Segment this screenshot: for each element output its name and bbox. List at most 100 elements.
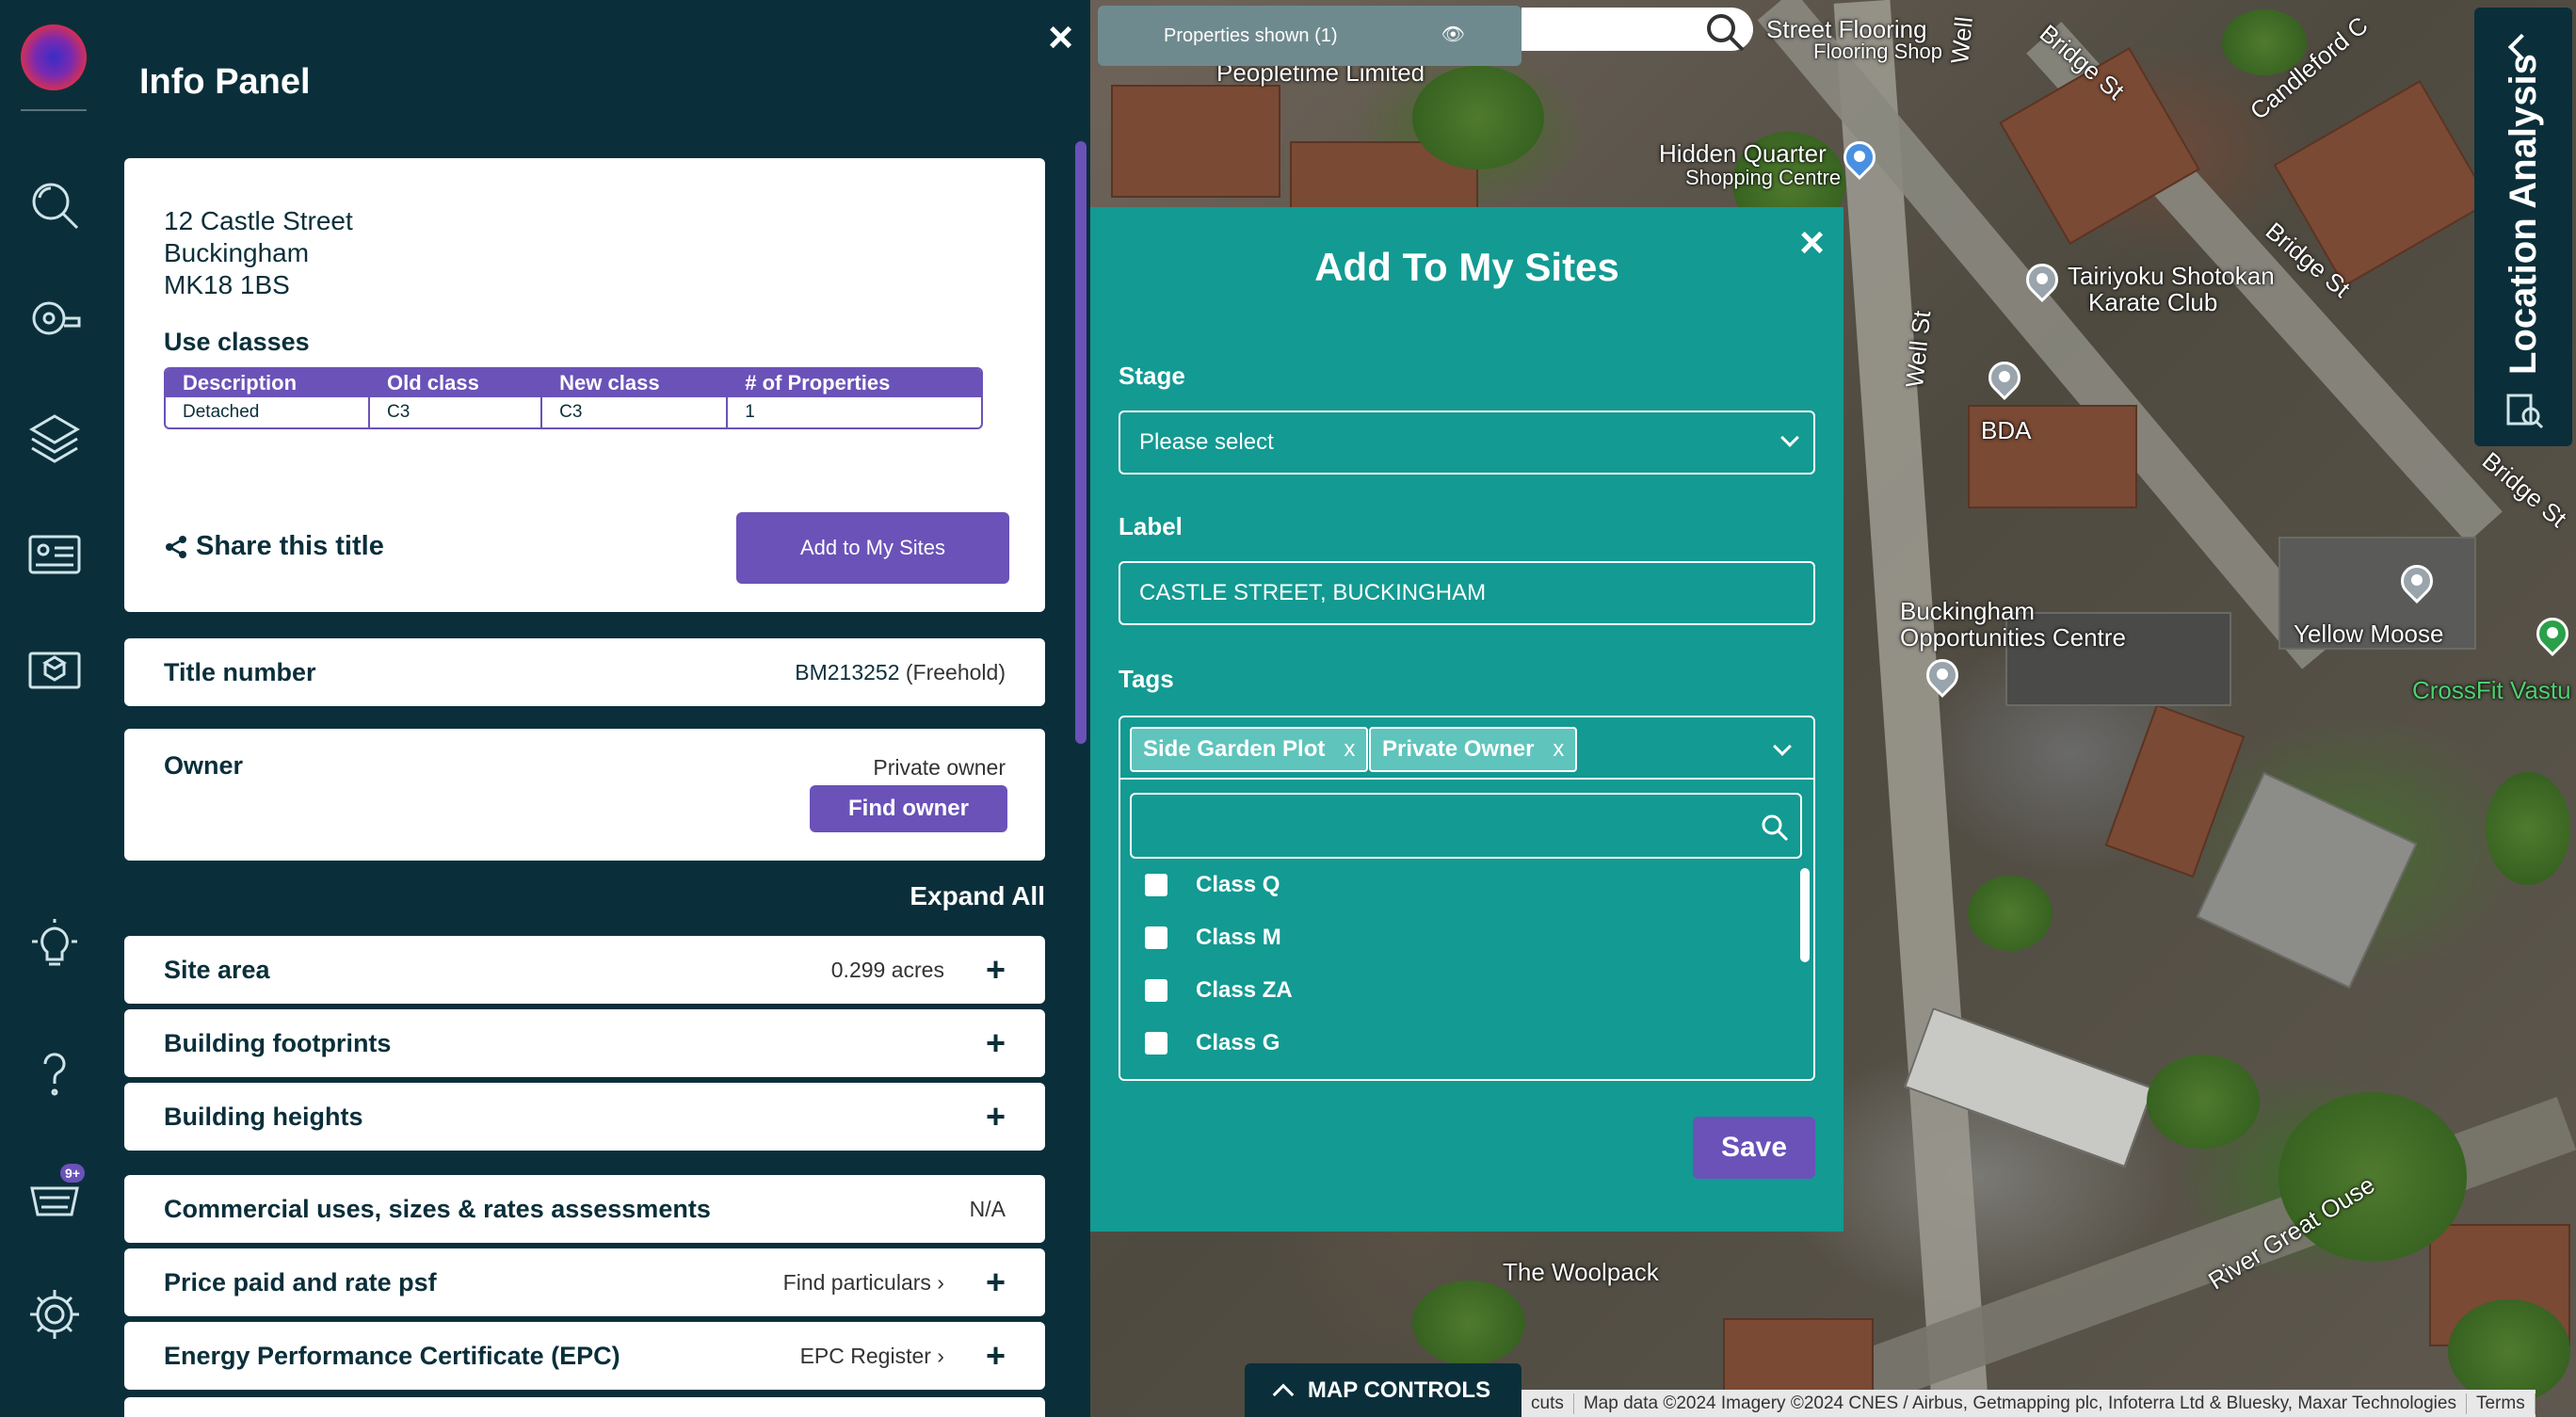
price-paid-row[interactable]: Price paid and rate psf Find particulars…	[124, 1248, 1045, 1316]
building-footprints-row[interactable]: Building footprints +	[124, 1009, 1045, 1077]
options-scrollbar[interactable]	[1800, 868, 1810, 962]
map-label: CrossFit Vastu	[2412, 676, 2571, 704]
option-label: Class Q	[1196, 872, 1280, 897]
tag-remove-icon[interactable]: x	[1553, 736, 1564, 763]
label-label: Label	[1119, 512, 1183, 540]
map-label: Well	[1945, 15, 1979, 66]
link-label: EPC Register	[799, 1343, 931, 1368]
site-area-row[interactable]: Site area 0.299 acres +	[124, 936, 1045, 1004]
expand-plus-icon[interactable]: +	[986, 1339, 1006, 1373]
row-label: Commercial uses, sizes & rates assessmen…	[164, 1194, 711, 1223]
help-icon[interactable]	[24, 1043, 85, 1103]
tag-option[interactable]: Class ZA	[1145, 977, 1293, 1004]
expand-plus-icon[interactable]: +	[986, 1100, 1006, 1134]
save-button[interactable]: Save	[1693, 1117, 1815, 1179]
map-label: Yellow Moose	[2294, 620, 2444, 648]
map-pin-icon[interactable]	[2529, 610, 2576, 657]
tag-option[interactable]: Class Q	[1145, 872, 1280, 898]
link-label: Find particulars	[782, 1269, 931, 1295]
share-label: Share this title	[196, 531, 384, 561]
panel-scrollbar[interactable]	[1075, 141, 1087, 744]
title-tenure: (Freehold)	[905, 659, 1006, 684]
layers-icon[interactable]	[24, 407, 85, 467]
label-input[interactable]: CASTLE STREET, BUCKINGHAM	[1119, 561, 1815, 625]
tag-option[interactable]: Class G	[1145, 1030, 1280, 1056]
map-pin-icon[interactable]	[2019, 256, 2066, 303]
map-pin-icon[interactable]	[1981, 354, 2028, 401]
shortcuts-link[interactable]: cuts	[1521, 1393, 1574, 1414]
map-pin-icon[interactable]	[1836, 134, 1883, 181]
commercial-uses-row[interactable]: Commercial uses, sizes & rates assessmen…	[124, 1175, 1045, 1243]
app-logo[interactable]	[21, 24, 87, 90]
map-pin-icon[interactable]	[1919, 652, 1966, 699]
id-card-icon[interactable]	[24, 523, 85, 584]
share-title-link[interactable]: Share this title	[164, 531, 384, 562]
lightbulb-icon[interactable]	[24, 915, 85, 975]
owner-label: Owner	[164, 751, 244, 780]
search-icon[interactable]	[24, 175, 85, 235]
title-number-value: BM213252 (Freehold)	[795, 660, 1006, 685]
close-icon[interactable]: ×	[1048, 15, 1073, 58]
expand-plus-icon[interactable]: +	[986, 1026, 1006, 1060]
map-label: Tairiyoku Shotokan	[2068, 262, 2275, 290]
row-label: Building heights	[164, 1102, 363, 1131]
map-search-bar[interactable]	[1521, 8, 1753, 53]
title-number-label: Title number	[164, 657, 316, 686]
map-label: BDA	[1981, 416, 2032, 444]
table-header: Description	[183, 371, 298, 395]
checkbox[interactable]	[1145, 874, 1167, 896]
map-label: Karate Club	[2088, 288, 2218, 316]
expand-all-button[interactable]: Expand All	[910, 881, 1045, 911]
chevron-down-icon[interactable]	[1773, 737, 1792, 756]
chevron-up-icon	[1272, 1383, 1295, 1405]
building-heights-row[interactable]: Building heights +	[124, 1083, 1045, 1151]
table-header: # of Properties	[745, 371, 891, 395]
find-particulars-link[interactable]: Find particulars ›	[783, 1270, 944, 1296]
tag-search-input[interactable]	[1130, 793, 1802, 859]
analysis-icon[interactable]	[2503, 388, 2546, 431]
location-analysis-label: Location Analysis	[2503, 54, 2544, 375]
selected-tags[interactable]: Side Garden Plot x Private Owner x	[1120, 717, 1813, 780]
settings-icon[interactable]	[24, 1284, 85, 1345]
map-book-icon[interactable]	[24, 638, 85, 699]
epc-register-link[interactable]: EPC Register ›	[800, 1344, 944, 1369]
table-cell: 1	[745, 402, 755, 422]
find-owner-button[interactable]: Find owner	[810, 785, 1007, 832]
option-label: Class G	[1196, 1030, 1280, 1055]
chevron-right-icon: ›	[937, 1343, 944, 1368]
map-attribution: cuts Map data ©2024 Imagery ©2024 CNES /…	[1521, 1390, 2536, 1417]
map-controls-button[interactable]: MAP CONTROLS	[1245, 1363, 1521, 1417]
expand-plus-icon[interactable]: +	[986, 1265, 1006, 1299]
use-classes-table: Description Old class New class # of Pro…	[164, 367, 983, 429]
map-pin-icon[interactable]	[2393, 557, 2440, 604]
stage-select[interactable]: Please select	[1119, 411, 1815, 475]
checkbox[interactable]	[1145, 926, 1167, 949]
option-label: Class M	[1196, 925, 1281, 950]
expand-plus-icon[interactable]: +	[986, 953, 1006, 987]
map-label: Flooring Shop	[1813, 40, 1942, 63]
tags-multiselect[interactable]: Side Garden Plot x Private Owner x Class…	[1119, 716, 1815, 1081]
properties-shown-bar[interactable]: Properties shown (1) 👁	[1098, 6, 1521, 66]
checkbox[interactable]	[1145, 1032, 1167, 1055]
add-to-my-sites-button[interactable]: Add to My Sites	[736, 512, 1009, 584]
tag-option[interactable]: Class M	[1145, 925, 1281, 951]
tape-measure-icon[interactable]	[24, 288, 85, 348]
tag-chip: Private Owner x	[1369, 727, 1578, 772]
address-block: 12 Castle Street Buckingham MK18 1BS	[164, 205, 353, 301]
epc-row[interactable]: Energy Performance Certificate (EPC) EPC…	[124, 1322, 1045, 1390]
map-label: Buckingham	[1900, 597, 2036, 625]
tag-remove-icon[interactable]: x	[1344, 736, 1355, 763]
checkbox[interactable]	[1145, 979, 1167, 1002]
terms-link[interactable]: Terms	[2467, 1393, 2536, 1414]
option-label: Class ZA	[1196, 977, 1293, 1003]
add-to-my-sites-modal: × Add To My Sites Stage Please select La…	[1090, 207, 1843, 1232]
row-label: Building footprints	[164, 1028, 392, 1057]
eye-off-icon[interactable]: 👁	[1441, 23, 1465, 46]
map-label: Shopping Centre	[1685, 166, 1842, 189]
location-analysis-tab[interactable]: Location Analysis	[2474, 8, 2572, 446]
row-value: 0.299 acres	[830, 957, 944, 982]
basket-icon[interactable]: 9+	[24, 1164, 85, 1224]
tag-label: Side Garden Plot	[1143, 736, 1326, 762]
nav-divider	[21, 109, 87, 111]
search-icon[interactable]	[1704, 11, 1746, 53]
